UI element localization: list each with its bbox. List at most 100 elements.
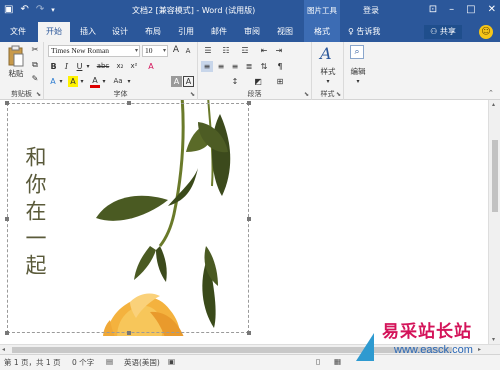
picture-selection-frame[interactable] <box>5 101 251 335</box>
page-count[interactable]: 第 1 页，共 1 页 <box>4 357 61 368</box>
chevron-down-icon[interactable]: ▾ <box>79 76 85 87</box>
watermark-logo-icon <box>356 333 374 361</box>
change-case-button[interactable]: Aa <box>111 76 125 87</box>
font-size-combo[interactable]: 10 ▾ <box>142 45 168 57</box>
language-indicator[interactable]: 英语(美国) <box>124 357 160 368</box>
resize-handle[interactable] <box>247 101 251 105</box>
bold-button[interactable]: B <box>49 61 58 72</box>
shrink-font-icon[interactable]: A <box>183 46 193 57</box>
save-icon[interactable]: ▣ <box>4 3 13 17</box>
tab-references[interactable]: 引用 <box>172 22 200 42</box>
find-icon[interactable]: ⌕ <box>350 45 364 59</box>
tab-review[interactable]: 审阅 <box>238 22 266 42</box>
show-marks-icon[interactable]: ¶ <box>274 61 286 72</box>
word-count[interactable]: 0 个字 <box>72 357 94 368</box>
read-mode-icon[interactable]: ▯ <box>316 357 320 366</box>
grow-font-icon[interactable]: A <box>171 45 181 56</box>
scroll-left-icon[interactable]: ◂ <box>2 346 5 353</box>
clipboard-launcher-icon[interactable]: ⬊ <box>36 91 41 98</box>
vertical-scrollbar[interactable]: ▴ ▾ <box>488 100 500 344</box>
chevron-down-icon[interactable]: ▾ <box>126 76 132 87</box>
align-center-icon[interactable]: ≡ <box>215 61 227 72</box>
strikethrough-button[interactable]: abc <box>95 61 111 72</box>
chevron-down-icon[interactable]: ▾ <box>85 61 91 72</box>
resize-handle[interactable] <box>127 101 131 105</box>
collapse-ribbon-icon[interactable]: ⌃ <box>488 89 494 97</box>
chevron-down-icon[interactable]: ▾ <box>323 76 333 87</box>
bullets-icon[interactable]: ☰ <box>201 45 215 56</box>
borders-icon[interactable]: ⊞ <box>274 76 286 87</box>
resize-handle[interactable] <box>5 101 9 105</box>
undo-icon[interactable]: ↶ <box>20 3 28 17</box>
text-effects-icon[interactable]: A <box>48 76 58 87</box>
subscript-button[interactable]: x₂ <box>114 61 126 72</box>
highlight-color-icon[interactable]: A <box>68 76 78 87</box>
ribbon-display-options-icon[interactable]: ⊡ <box>429 2 437 18</box>
superscript-button[interactable]: x² <box>128 61 140 72</box>
font-name-combo[interactable]: Times New Roman ▾ <box>48 45 140 57</box>
align-left-icon[interactable]: ≡ <box>201 61 213 72</box>
resize-handle[interactable] <box>5 217 9 221</box>
resize-handle[interactable] <box>127 331 131 335</box>
cut-icon[interactable]: ✂ <box>30 44 40 55</box>
macro-record-icon[interactable]: ▣ <box>168 357 175 366</box>
close-icon[interactable]: ✕ <box>488 2 496 18</box>
tell-me-box[interactable]: ♀ 告诉我 <box>348 22 380 42</box>
maximize-icon[interactable]: □ <box>466 2 475 18</box>
tab-mailings[interactable]: 邮件 <box>205 22 233 42</box>
customize-qat-icon[interactable]: ▾ <box>51 3 55 17</box>
sign-in-link[interactable]: 登录 <box>363 5 379 16</box>
increase-indent-icon[interactable]: ⇥ <box>273 45 285 56</box>
share-button[interactable]: ⚇ 共享 <box>424 25 462 39</box>
align-right-icon[interactable]: ≡ <box>229 61 241 72</box>
proofing-icon[interactable]: ▤ <box>106 357 113 366</box>
watermark-url: www.easck.com <box>394 344 473 356</box>
clear-formatting-icon[interactable]: A <box>145 61 157 72</box>
picture-tools-label: 图片工具 <box>304 0 340 22</box>
font-group-label: 字体 <box>113 90 128 98</box>
resize-handle[interactable] <box>5 331 9 335</box>
print-layout-icon[interactable]: ▦ <box>334 357 341 366</box>
vertical-scroll-thumb[interactable] <box>492 140 498 212</box>
chevron-down-icon[interactable]: ▾ <box>58 76 64 87</box>
styles-launcher-icon[interactable]: ⬊ <box>336 91 341 98</box>
tab-file[interactable]: 文件 <box>4 22 32 42</box>
styles-icon[interactable]: A <box>320 44 332 63</box>
line-spacing-icon[interactable]: ↕ <box>229 76 241 87</box>
paragraph-launcher-icon[interactable]: ⬊ <box>304 91 309 98</box>
paste-icon[interactable] <box>8 45 24 67</box>
tab-format[interactable]: 格式 <box>304 22 340 42</box>
tab-layout[interactable]: 布局 <box>139 22 167 42</box>
shading-icon[interactable]: ◩ <box>252 76 264 87</box>
resize-handle[interactable] <box>247 331 251 335</box>
chevron-down-icon[interactable]: ▾ <box>353 76 363 87</box>
tab-home[interactable]: 开始 <box>38 22 70 42</box>
character-shading-icon[interactable]: A <box>171 76 182 87</box>
format-painter-icon[interactable]: ✎ <box>30 73 40 84</box>
font-launcher-icon[interactable]: ⬊ <box>190 91 195 98</box>
redo-icon[interactable]: ↷ <box>36 3 44 17</box>
chevron-down-icon: ▾ <box>162 47 166 54</box>
share-label: 共享 <box>439 27 456 36</box>
copy-icon[interactable]: ⧉ <box>30 59 40 70</box>
numbering-icon[interactable]: ☷ <box>219 45 233 56</box>
smiley-feedback-icon[interactable]: ☺ <box>479 25 493 39</box>
font-color-icon[interactable]: A <box>90 76 100 88</box>
underline-button[interactable]: U <box>75 61 84 72</box>
minimize-icon[interactable]: – <box>449 2 454 18</box>
multilevel-list-icon[interactable]: ☲ <box>238 45 252 56</box>
resize-handle[interactable] <box>247 217 251 221</box>
sort-icon[interactable]: ⇅ <box>258 61 270 72</box>
paragraph-group: ☰ ☷ ☲ ⇤ ⇥ ⇅ ¶ ≡ ≡ ≡ ≣ ↕ ◩ ⊞ 段落 ⬊ <box>198 42 312 100</box>
chevron-down-icon[interactable]: ▾ <box>101 76 107 87</box>
paste-button[interactable]: 粘贴 <box>4 68 28 79</box>
tab-insert[interactable]: 插入 <box>74 22 102 42</box>
document-page[interactable]: 和你在一起 <box>0 100 488 344</box>
tab-view[interactable]: 视图 <box>271 22 299 42</box>
character-border-icon[interactable]: A <box>183 76 194 87</box>
scroll-up-icon[interactable]: ▴ <box>492 101 495 108</box>
justify-icon[interactable]: ≣ <box>243 61 255 72</box>
italic-button[interactable]: I <box>62 61 71 72</box>
decrease-indent-icon[interactable]: ⇤ <box>258 45 270 56</box>
tab-design[interactable]: 设计 <box>106 22 134 42</box>
